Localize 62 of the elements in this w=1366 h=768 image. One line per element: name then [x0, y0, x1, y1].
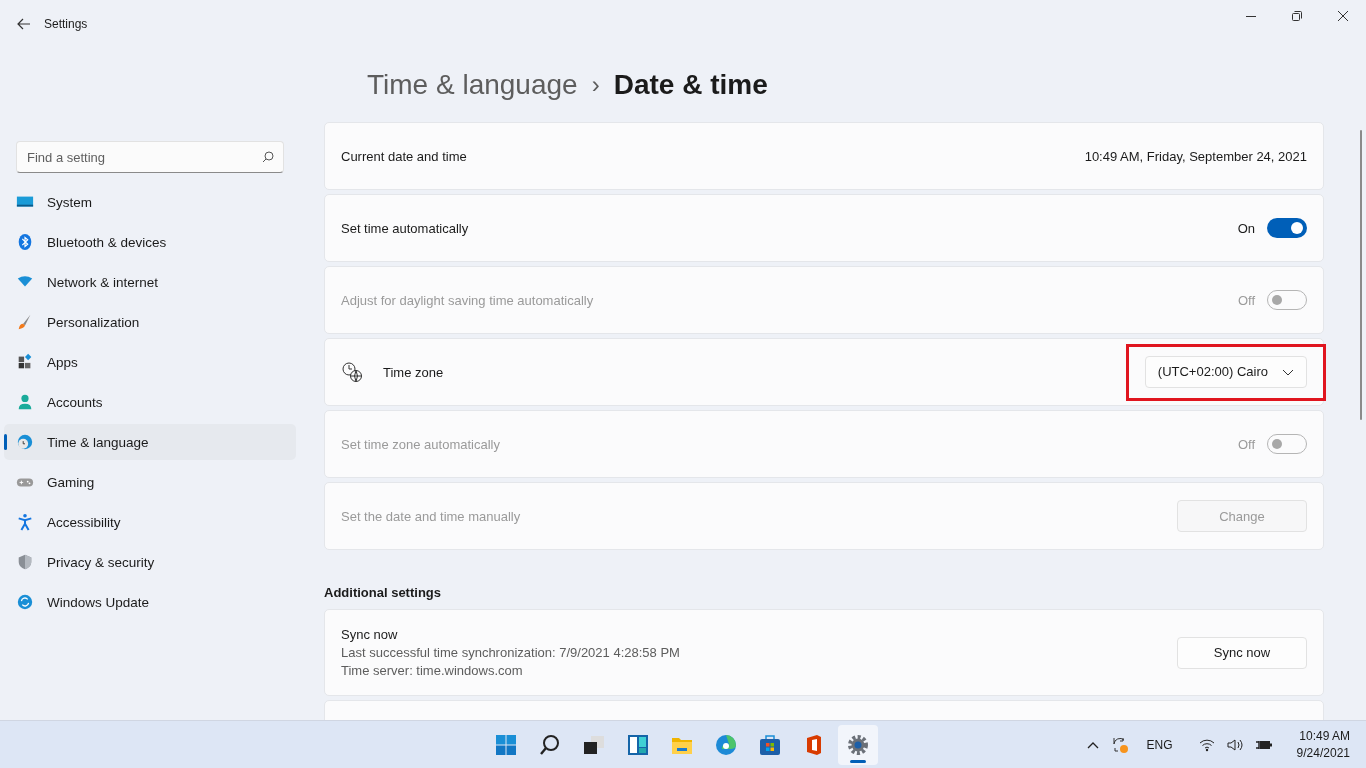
chevron-up-icon[interactable]: [1086, 740, 1099, 749]
sidebar-item[interactable]: Accounts: [4, 384, 296, 420]
sidebar-item[interactable]: Time & language: [4, 424, 296, 460]
gear-icon: [846, 733, 870, 757]
language-indicator[interactable]: ENG: [1146, 737, 1173, 752]
wifi-icon[interactable]: [1198, 737, 1215, 752]
back-arrow-icon[interactable]: [16, 16, 32, 32]
clock-globe-icon: [341, 361, 363, 383]
bluetooth-icon: [16, 233, 34, 251]
setting-description: Last successful time synchronization: 7/9/2021 4:28:58 PM: [341, 645, 681, 660]
setting-label: Set time automatically: [341, 220, 470, 236]
sidebar-item[interactable]: Personalization: [4, 304, 296, 340]
search-icon: [538, 733, 562, 757]
sidebar-item[interactable]: Gaming: [4, 464, 296, 500]
close-icon[interactable]: [1338, 11, 1348, 21]
clock-time[interactable]: 10:49 AM: [1299, 729, 1350, 743]
sidebar-item[interactable]: Windows Update: [4, 584, 296, 620]
breadcrumb-link[interactable]: Time & language: [367, 69, 578, 101]
sidebar-item[interactable]: Apps: [4, 344, 296, 380]
setting-description: Time server: time.windows.com: [341, 663, 524, 678]
minimize-icon[interactable]: [1246, 15, 1256, 17]
store-icon: [758, 733, 782, 757]
sidebar-item[interactable]: Bluetooth & devices: [4, 224, 296, 260]
globe-clock-icon: [16, 433, 34, 451]
browser-icon: [714, 733, 738, 757]
timezone-dropdown[interactable]: (UTC+02:00) Cairo: [1144, 355, 1307, 388]
sync-now-button[interactable]: Sync now: [1177, 636, 1307, 669]
task-view-icon: [582, 733, 606, 757]
update-icon: [16, 593, 34, 611]
sidebar-item[interactable]: System: [4, 184, 296, 220]
toggle-switch[interactable]: [1267, 218, 1307, 238]
widgets-icon: [626, 733, 650, 757]
sidebar-item[interactable]: Accessibility: [4, 504, 296, 540]
setting-label: Time zone: [383, 364, 445, 380]
speaker-icon[interactable]: [1226, 737, 1243, 752]
sidebar-item[interactable]: Network & internet: [4, 264, 296, 300]
sidebar-item[interactable]: Privacy & security: [4, 544, 296, 580]
chevron-separator: ›: [591, 71, 600, 99]
section-heading: Additional settings: [324, 585, 442, 600]
maximize-icon[interactable]: [1292, 11, 1302, 21]
toggle-state-label: Off: [1237, 436, 1255, 452]
window-title: Settings: [44, 17, 88, 31]
sync-icon[interactable]: [1110, 735, 1129, 754]
date-time-value: 10:49 AM, Friday, September 24, 2021: [1084, 148, 1307, 164]
setting-label: Adjust for daylight saving time automatically: [341, 292, 595, 308]
toggle-state-label: On: [1237, 220, 1255, 236]
page-title: Date & time: [613, 69, 768, 101]
setting-label: Sync now: [341, 627, 399, 642]
accessibility-icon: [16, 513, 34, 531]
setting-label: Current date and time: [341, 148, 468, 164]
toggle-state-label: Off: [1237, 292, 1255, 308]
taskbar-app-button[interactable]: [838, 725, 878, 765]
search-icon: [262, 151, 274, 163]
setting-label: Set time zone automatically: [341, 436, 501, 452]
windows-logo-icon: [494, 733, 518, 757]
clock-date[interactable]: 9/24/2021: [1296, 746, 1350, 760]
setting-label: Set the date and time manually: [341, 508, 522, 524]
apps-icon: [16, 353, 34, 371]
search-field[interactable]: Find a setting: [16, 141, 284, 173]
person-icon: [16, 393, 34, 411]
scrollbar[interactable]: [1360, 130, 1362, 420]
shield-icon: [16, 553, 34, 571]
